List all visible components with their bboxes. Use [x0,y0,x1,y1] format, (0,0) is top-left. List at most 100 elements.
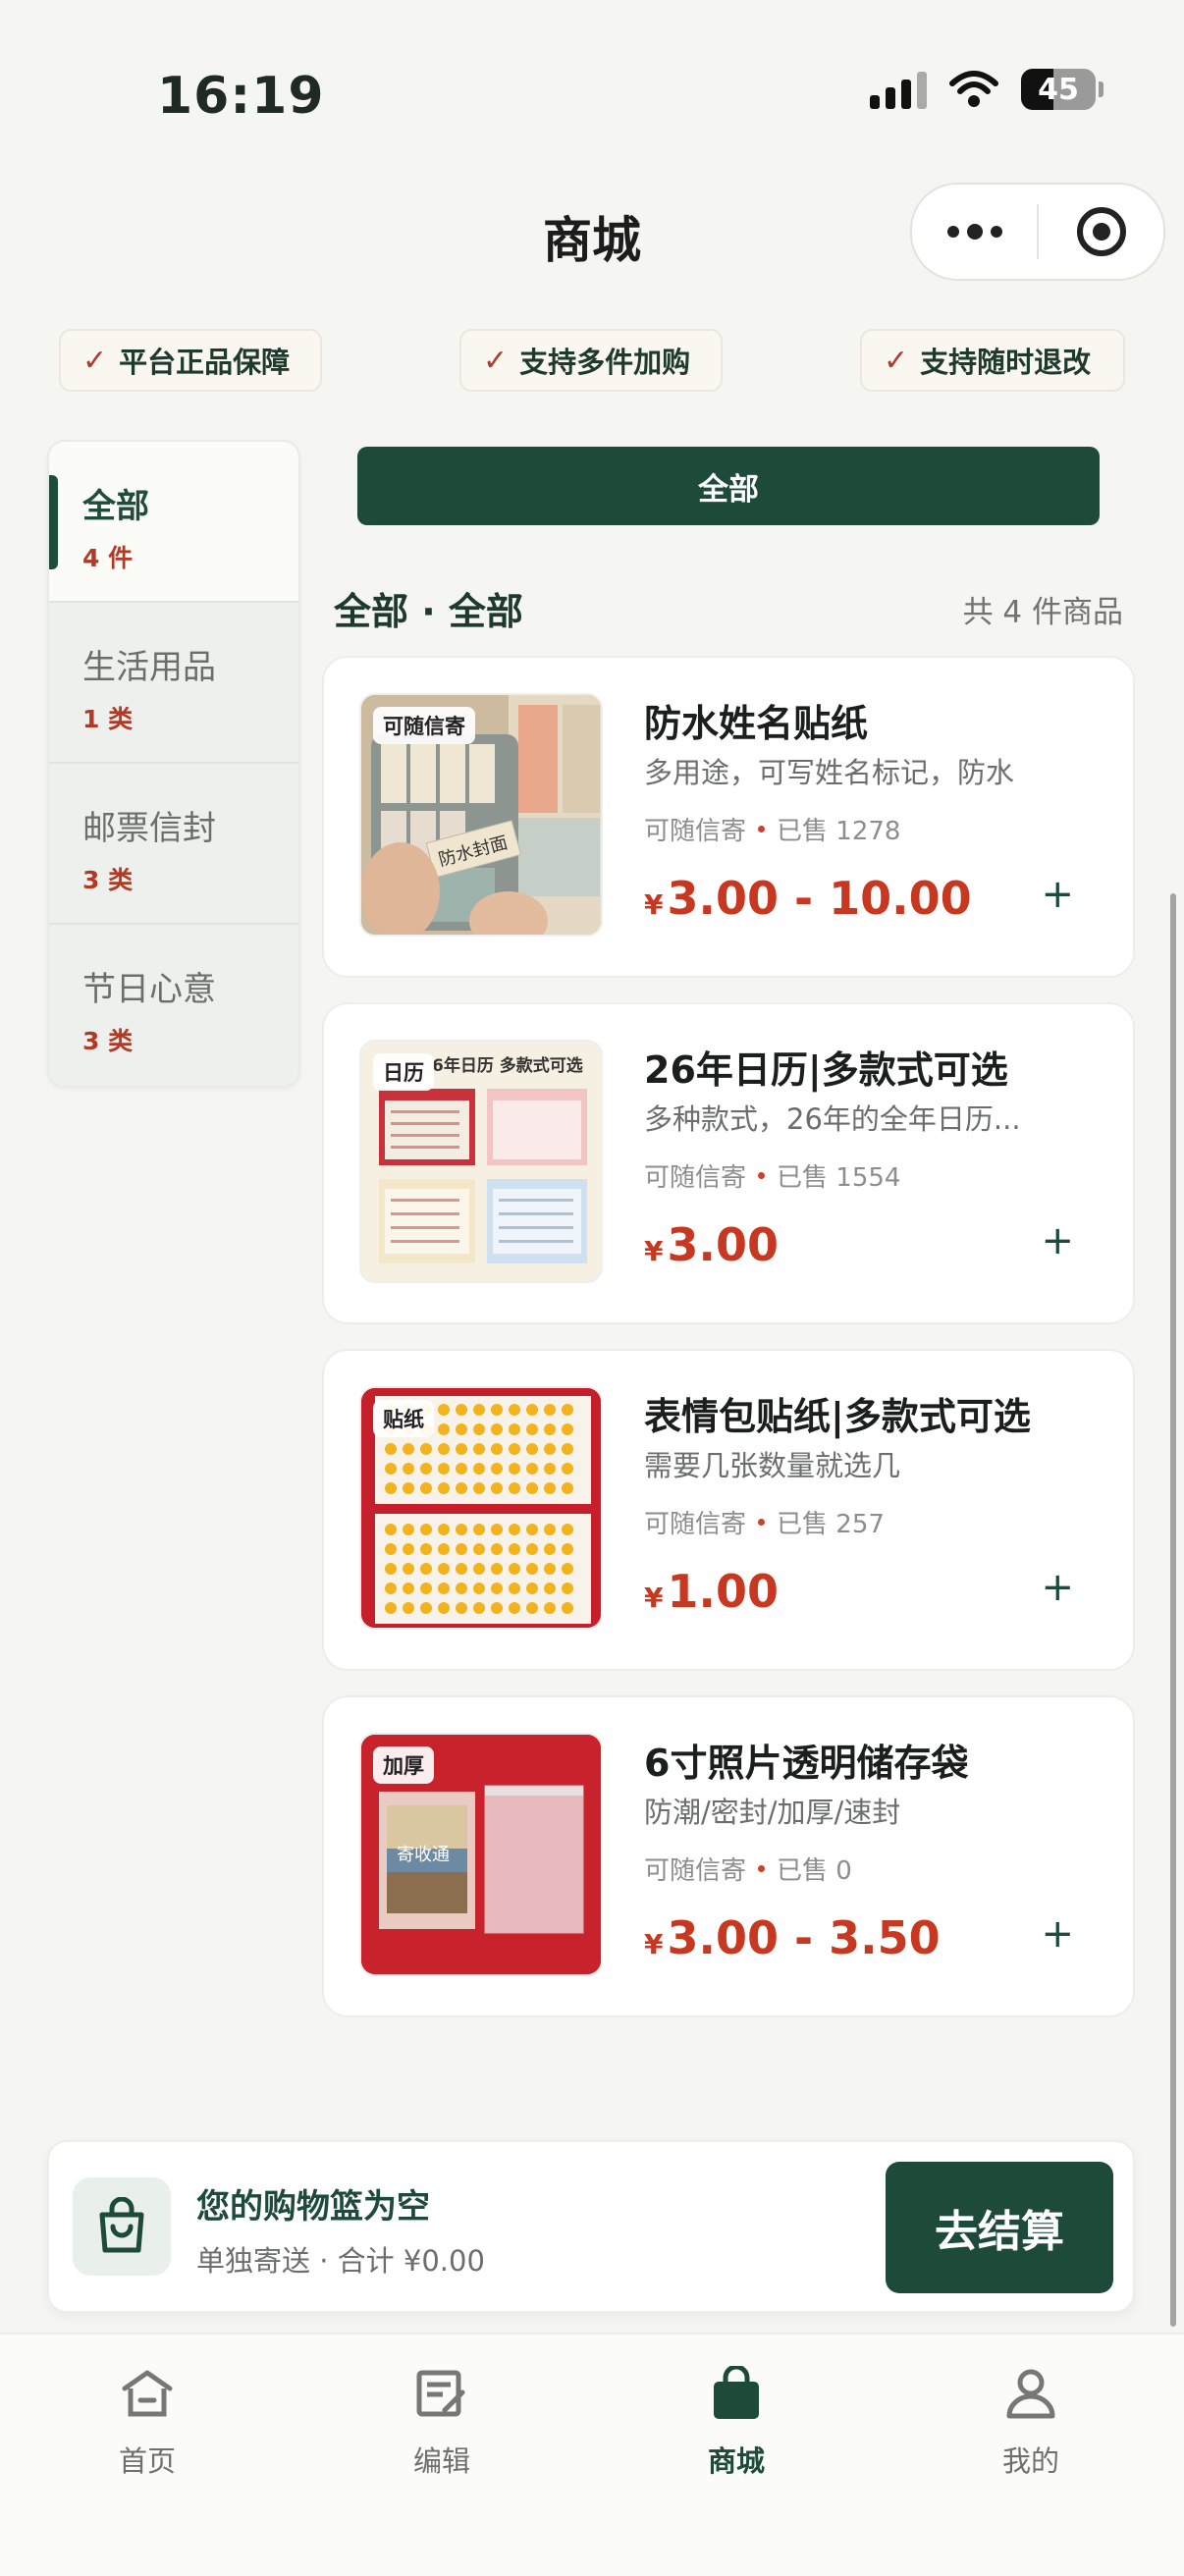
product-tag: 日历 [373,1053,434,1091]
sidebar-item-label: 节日心意 [82,970,216,1009]
product-name: 防水姓名贴纸 [644,702,869,745]
product-meta: 可随信寄 已售 0 [644,1851,852,1887]
tab-label: 首页 [118,2444,176,2478]
product-card[interactable]: 6年日历 多款式可选 日历 26年日历|多款式可选 多种款式，26年的全年日历.… [322,1002,1135,1324]
product-card[interactable]: 防水封面 可随信寄 防水姓名贴纸 多用途，可写姓名标记，防水 可随信寄 已售 1… [322,656,1135,978]
product-desc: 多用途，可写姓名标记，防水 [644,756,1015,789]
tab-label: 我的 [1001,2444,1059,2478]
separator-dot [758,826,766,832]
cart-summary: 单独寄送 · 合计 ¥0.00 [196,2244,485,2278]
sidebar-item-count: 4 件 [82,544,134,572]
wifi-icon [948,70,999,109]
product-card[interactable]: 寄收通 加厚 6寸照片透明储存袋 防潮/密封/加厚/速封 可随信寄 已售 0 ¥… [322,1695,1135,2017]
product-name: 6寸照片透明储存袋 [644,1742,969,1785]
sold-count: 已售 1554 [777,1163,901,1193]
category-sidebar: 全部 4 件 生活用品 1 类 邮票信封 3 类 节日心意 3 类 [47,440,300,1088]
guarantee-label: 支持多件加购 [519,346,691,379]
mini-program-capsule [910,183,1165,281]
guarantee-badge: ✓ 支持多件加购 [459,329,723,392]
shopping-bag-icon[interactable] [73,2177,171,2276]
product-image: 贴纸 [359,1386,603,1630]
guarantee-badge: ✓ 支持随时退改 [860,329,1125,392]
battery-icon: 45 [1021,69,1103,110]
currency-symbol: ¥ [644,1582,664,1614]
shop-bag-icon [638,2362,834,2425]
product-price: ¥ 3.00 - 3.50 [644,1911,941,1964]
more-button[interactable] [912,185,1037,279]
calendar-banner-text: 6年日历 多款式可选 [432,1055,583,1076]
add-to-cart-button[interactable]: + [1041,1911,1074,1957]
sold-count: 已售 1278 [777,817,901,846]
product-card[interactable]: 贴纸 表情包贴纸|多款式可选 需要几张数量就选几 可随信寄 已售 257 ¥ 1… [322,1349,1135,1671]
product-desc: 防潮/密封/加厚/速封 [644,1796,901,1829]
target-icon [1076,207,1126,256]
close-miniprogram-button[interactable] [1039,185,1163,279]
sidebar-item-daily-goods[interactable]: 生活用品 1 类 [49,603,298,764]
product-name: 26年日历|多款式可选 [644,1048,1008,1092]
sidebar-item-label: 生活用品 [82,648,216,687]
status-icons: 45 [870,69,1103,110]
check-icon: ✓ [884,343,909,378]
more-dots-icon [946,224,1002,240]
tab-profile[interactable]: 我的 [933,2362,1129,2480]
sidebar-item-stamps-envelopes[interactable]: 邮票信封 3 类 [49,764,298,925]
add-to-cart-button[interactable]: + [1041,1218,1074,1263]
product-price: ¥ 3.00 - 10.00 [644,872,972,925]
battery-level: 45 [1038,72,1079,107]
tab-edit[interactable]: 编辑 [344,2362,540,2480]
shipping-label: 可随信寄 [644,1510,747,1539]
price-value: 1.00 [667,1565,779,1618]
sidebar-item-count: 3 类 [82,1027,134,1055]
separator-dot [758,1865,766,1872]
sidebar-item-all[interactable]: 全部 4 件 [49,442,298,603]
currency-symbol: ¥ [644,1235,664,1267]
product-meta: 可随信寄 已售 1554 [644,1157,900,1194]
product-image: 防水封面 可随信寄 [359,693,603,937]
currency-symbol: ¥ [644,888,664,921]
shipping-label: 可随信寄 [644,817,747,846]
cart-status-title: 您的购物篮为空 [196,2187,430,2227]
product-tag: 贴纸 [373,1400,434,1437]
product-desc: 需要几张数量就选几 [644,1449,901,1482]
shipping-label: 可随信寄 [644,1856,747,1886]
sidebar-item-holiday-gifts[interactable]: 节日心意 3 类 [49,925,298,1086]
guarantee-badge: ✓ 平台正品保障 [59,329,322,392]
status-time: 16:19 [157,67,325,126]
subcategory-filter-button[interactable]: 全部 [357,447,1100,525]
cart-bar: 您的购物篮为空 单独寄送 · 合计 ¥0.00 去结算 [47,2140,1135,2313]
home-icon [49,2362,245,2425]
cellular-signal-icon [870,70,927,109]
tab-label: 商城 [707,2444,765,2478]
sidebar-item-count: 3 类 [82,866,134,894]
product-image: 6年日历 多款式可选 日历 [359,1040,603,1283]
product-tag: 加厚 [373,1746,434,1784]
price-value: 3.00 - 10.00 [667,872,972,925]
shipping-label: 可随信寄 [644,1163,747,1193]
guarantee-label: 支持随时退改 [920,346,1092,379]
guarantee-label: 平台正品保障 [119,346,291,379]
product-price: ¥ 3.00 [644,1218,779,1271]
sidebar-item-count: 1 类 [82,705,134,733]
product-meta: 可随信寄 已售 1278 [644,811,900,847]
product-total-count: 共 4 件商品 [962,595,1123,630]
add-to-cart-button[interactable]: + [1041,872,1074,917]
bottom-tab-bar: 首页 编辑 商城 我的 [0,2333,1184,2576]
user-icon [933,2362,1129,2425]
product-meta: 可随信寄 已售 257 [644,1504,885,1540]
product-image: 寄收通 加厚 [359,1733,603,1976]
separator-dot [758,1519,766,1526]
tab-home[interactable]: 首页 [49,2362,245,2480]
product-price: ¥ 1.00 [644,1565,779,1618]
separator-dot [758,1172,766,1179]
price-value: 3.00 [667,1218,779,1271]
tab-shop[interactable]: 商城 [638,2362,834,2480]
scrollbar[interactable] [1170,893,1176,2327]
sidebar-item-label: 全部 [82,487,149,526]
checkout-button[interactable]: 去结算 [886,2162,1113,2293]
sidebar-item-label: 邮票信封 [82,809,216,848]
add-to-cart-button[interactable]: + [1041,1565,1074,1610]
price-value: 3.00 - 3.50 [667,1911,941,1964]
section-title: 全部 · 全部 [334,590,523,633]
sold-count: 已售 0 [777,1856,852,1886]
photo-label-text: 寄收通 [397,1845,450,1865]
